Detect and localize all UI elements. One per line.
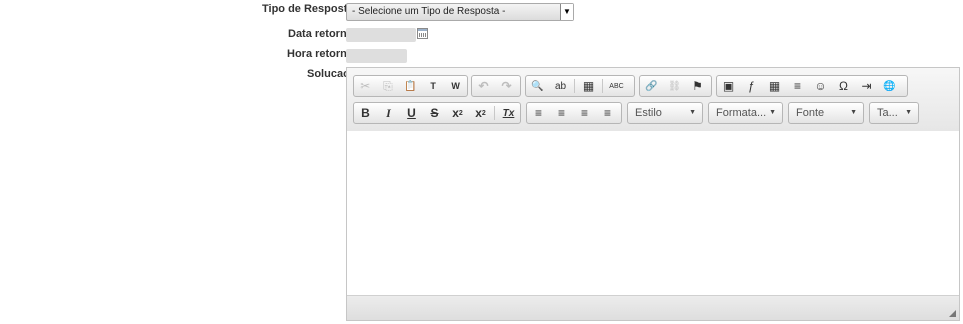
paste-word-icon[interactable]: W — [444, 76, 467, 96]
solucao-editor[interactable]: ✂ ⎘ 📋 T W ↶ ↷ 🔍 ab ▦ ABC 🔗 ⛓ ⚑ ▣ ƒ ▦ ≡ ☺… — [346, 67, 960, 321]
subscript-mark: 2 — [458, 109, 463, 117]
justify-icon[interactable]: ≡ — [596, 103, 619, 123]
data-retorno-input[interactable] — [346, 28, 416, 42]
basic-style-group: B I U S x2 x2 Tx — [353, 102, 521, 124]
italic-icon[interactable]: I — [377, 103, 400, 123]
chevron-down-icon: ▼ — [850, 109, 857, 116]
cut-icon[interactable]: ✂ — [354, 76, 377, 96]
style-combo[interactable]: Estilo ▼ — [627, 102, 703, 124]
horizontal-rule-icon[interactable]: ≡ — [786, 76, 809, 96]
editor-toolbar: ✂ ⎘ 📋 T W ↶ ↷ 🔍 ab ▦ ABC 🔗 ⛓ ⚑ ▣ ƒ ▦ ≡ ☺… — [347, 68, 959, 132]
size-combo-label: Ta... — [877, 107, 898, 119]
anchor-icon[interactable]: ⚑ — [686, 76, 709, 96]
format-combo-label: Formata... — [716, 107, 767, 119]
spellcheck-icon[interactable]: ABC — [605, 76, 628, 96]
superscript-icon[interactable]: x2 — [469, 103, 492, 123]
page-break-icon[interactable]: ⇥ — [855, 76, 878, 96]
bold-icon[interactable]: B — [354, 103, 377, 123]
replace-icon[interactable]: ab — [549, 76, 572, 96]
undo-icon[interactable]: ↶ — [472, 76, 495, 96]
smiley-icon[interactable]: ☺ — [809, 76, 832, 96]
paste-icon[interactable]: 📋 — [399, 76, 422, 96]
toolbar-separator — [602, 79, 603, 93]
format-combo[interactable]: Formata... ▼ — [708, 102, 783, 124]
strike-icon[interactable]: S — [423, 103, 446, 123]
find-icon[interactable]: 🔍 — [526, 76, 549, 96]
editor-bottom-bar — [347, 295, 959, 320]
superscript-mark: 2 — [481, 109, 486, 117]
tipo-resposta-label: Tipo de Resposta — [262, 3, 354, 15]
special-char-icon[interactable]: Ω — [832, 76, 855, 96]
font-combo-label: Fonte — [796, 107, 825, 119]
data-retorno-label: Data retorno — [288, 28, 354, 40]
remove-format-icon[interactable]: Tx — [497, 103, 520, 123]
editor-content-area[interactable] — [347, 131, 959, 296]
iframe-icon[interactable]: 🌐 — [878, 76, 901, 96]
font-combo[interactable]: Fonte ▼ — [788, 102, 864, 124]
tipo-resposta-select[interactable]: - Selecione um Tipo de Resposta - ▼ — [346, 3, 574, 21]
underline-icon[interactable]: U — [400, 103, 423, 123]
tipo-resposta-value: - Selecione um Tipo de Resposta - — [352, 6, 506, 17]
link-group: 🔗 ⛓ ⚑ — [639, 75, 712, 97]
image-icon[interactable]: ▣ — [717, 76, 740, 96]
insert-group: ▣ ƒ ▦ ≡ ☺ Ω ⇥ 🌐 — [716, 75, 908, 97]
subscript-glyph: x — [452, 106, 459, 120]
solucao-label: Solucao — [307, 68, 350, 80]
calendar-icon[interactable] — [417, 28, 428, 39]
hora-retorno-input[interactable] — [346, 49, 407, 63]
link-icon[interactable]: 🔗 — [640, 76, 663, 96]
flash-icon[interactable]: ƒ — [740, 76, 763, 96]
chevron-down-icon[interactable]: ▼ — [560, 4, 573, 20]
chevron-down-icon: ▼ — [689, 109, 696, 116]
toolbar-separator — [574, 79, 575, 93]
unlink-icon[interactable]: ⛓ — [663, 76, 686, 96]
hora-retorno-label: Hora retorno — [287, 48, 354, 60]
align-group: ≡ ≡ ≡ ≡ — [526, 102, 622, 124]
align-right-icon[interactable]: ≡ — [573, 103, 596, 123]
chevron-down-icon: ▼ — [769, 109, 776, 116]
select-all-icon[interactable]: ▦ — [577, 76, 600, 96]
align-left-icon[interactable]: ≡ — [527, 103, 550, 123]
chevron-down-icon: ▼ — [905, 109, 912, 116]
find-group: 🔍 ab ▦ ABC — [525, 75, 635, 97]
align-center-icon[interactable]: ≡ — [550, 103, 573, 123]
subscript-icon[interactable]: x2 — [446, 103, 469, 123]
copy-icon[interactable]: ⎘ — [377, 76, 400, 96]
table-icon[interactable]: ▦ — [763, 76, 786, 96]
size-combo[interactable]: Ta... ▼ — [869, 102, 919, 124]
toolbar-separator — [494, 106, 495, 120]
redo-icon[interactable]: ↷ — [495, 76, 518, 96]
style-combo-label: Estilo — [635, 107, 662, 119]
undo-group: ↶ ↷ — [471, 75, 521, 97]
clipboard-group: ✂ ⎘ 📋 T W — [353, 75, 468, 97]
superscript-glyph: x — [475, 106, 482, 120]
resize-handle-icon[interactable] — [949, 310, 956, 317]
paste-text-icon[interactable]: T — [422, 76, 445, 96]
